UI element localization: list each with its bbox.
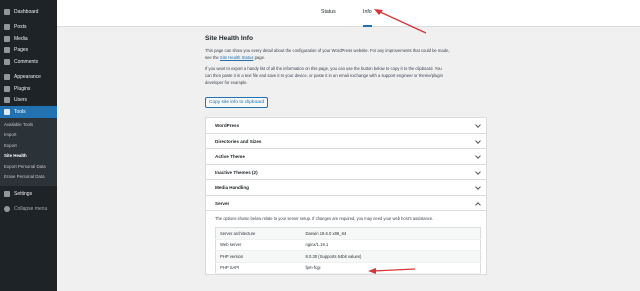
sidebar-item-media[interactable]: Media [0, 33, 57, 45]
submenu-available-tools[interactable]: Available Tools [0, 120, 57, 131]
chevron-up-icon [475, 201, 481, 208]
table-row: PHP SAPI fpm-fcgi [215, 262, 481, 274]
wrench-icon [4, 108, 10, 115]
accordion-server[interactable]: Server [206, 196, 486, 211]
chevron-down-icon [475, 137, 481, 144]
server-description: The options shown below relate to your s… [215, 216, 434, 221]
settings-icon [4, 191, 10, 198]
comment-icon [4, 58, 10, 65]
page-icon [4, 47, 10, 54]
table-row: Web server nginx/1.19.1 [215, 239, 481, 251]
chevron-down-icon [475, 168, 481, 175]
chevron-down-icon [475, 153, 481, 159]
submenu-export[interactable]: Export [0, 141, 57, 152]
sidebar-item-settings[interactable]: Settings [0, 189, 57, 201]
sidebar-item-comments[interactable]: Comments [0, 56, 57, 68]
sidebar-item-tools[interactable]: Tools [0, 106, 57, 118]
server-info-table: Server architecture Darwin 19.6.0 x86_64 … [215, 227, 481, 274]
accordion-media-handling[interactable]: Media Handling [206, 180, 486, 196]
collapse-icon [4, 205, 10, 212]
submenu-erase-personal-data[interactable]: Erase Personal Data [0, 172, 57, 183]
accordion-active-theme[interactable]: Active Theme [206, 149, 486, 165]
site-health-header: Status Info [57, 0, 640, 27]
brush-icon [4, 74, 10, 81]
site-health-status-link[interactable]: Site Health Status [220, 55, 254, 60]
page-title: Site Health Info [205, 35, 253, 42]
sidebar-item-dashboard[interactable]: Dashboard [0, 6, 57, 18]
users-icon [4, 97, 10, 104]
sidebar-item-appearance[interactable]: Appearance [0, 72, 57, 84]
accordion-wordpress[interactable]: WordPress [206, 118, 486, 134]
tab-info[interactable]: Info [363, 9, 372, 27]
plugin-icon [4, 85, 10, 92]
sidebar-item-pages[interactable]: Pages [0, 45, 57, 57]
export-text: If you want to export a handy list of al… [205, 66, 443, 85]
tools-submenu: Available Tools Import Export Site Healt… [0, 117, 57, 186]
sidebar-item-plugins[interactable]: Plugins [0, 83, 57, 95]
collapse-menu-button[interactable]: Collapse menu [0, 203, 57, 215]
sidebar-item-posts[interactable]: Posts [0, 22, 57, 34]
wp-admin: Dashboard Posts Media Pages Comments App… [0, 0, 640, 291]
submenu-import[interactable]: Import [0, 130, 57, 141]
submenu-site-health[interactable]: Site Health [0, 151, 57, 162]
media-icon [4, 35, 10, 42]
submenu-export-personal-data[interactable]: Export Personal Data [0, 162, 57, 173]
copy-to-clipboard-button[interactable]: Copy site info to clipboard [205, 97, 269, 108]
pin-icon [4, 24, 10, 31]
accordion-inactive-themes[interactable]: Inactive Themes (2) [206, 165, 486, 180]
main-content: Site Health Info This page can show you … [57, 27, 640, 291]
table-row: PHP version 8.0.30 (Supports 64bit values… [215, 250, 481, 263]
table-row: Server architecture Darwin 19.6.0 x86_64 [215, 227, 481, 240]
admin-sidebar: Dashboard Posts Media Pages Comments App… [0, 0, 57, 291]
tab-status[interactable]: Status [321, 9, 336, 27]
server-panel: The options shown below relate to your s… [206, 211, 486, 274]
intro-text: This page can show you every detail abou… [205, 48, 450, 60]
dashboard-icon [4, 8, 10, 15]
info-accordion: WordPress Directories and Sizes Active T… [205, 117, 487, 275]
sidebar-item-users[interactable]: Users [0, 95, 57, 107]
chevron-down-icon [475, 184, 481, 190]
chevron-down-icon [475, 122, 481, 128]
accordion-directories-and-sizes[interactable]: Directories and Sizes [206, 134, 486, 149]
site-health-info: Site Health Info This page can show you … [205, 35, 545, 275]
